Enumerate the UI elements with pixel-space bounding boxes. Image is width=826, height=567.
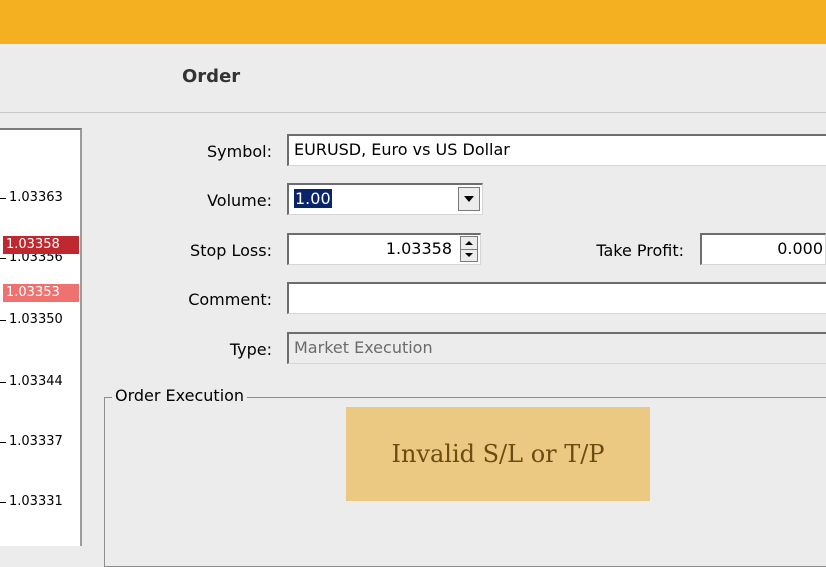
volume-combobox[interactable]: 1.00 bbox=[287, 183, 483, 215]
symbol-value: EURUSD, Euro vs US Dollar bbox=[294, 140, 510, 159]
price-tick: 1.03344 bbox=[0, 374, 82, 390]
order-execution-legend: Order Execution bbox=[112, 386, 248, 406]
price-tick: 1.03337 bbox=[0, 434, 82, 450]
symbol-select[interactable]: EURUSD, Euro vs US Dollar bbox=[287, 134, 826, 166]
type-label: Type: bbox=[229, 340, 272, 359]
triangle-down-icon bbox=[464, 196, 474, 202]
stop-loss-value: 1.03358 bbox=[385, 239, 452, 258]
stop-loss-spinner[interactable] bbox=[460, 236, 478, 262]
price-scale: 1.03363 1.03356 1.03350 1.03344 1.03337 … bbox=[0, 128, 82, 546]
type-select[interactable]: Market Execution bbox=[287, 332, 826, 364]
bid-price-tag: 1.03353 bbox=[3, 284, 79, 302]
type-value: Market Execution bbox=[294, 338, 433, 357]
volume-label: Volume: bbox=[207, 191, 272, 210]
dialog-title: Order bbox=[182, 66, 241, 87]
price-tick: 1.03350 bbox=[0, 312, 82, 328]
stop-loss-label: Stop Loss: bbox=[190, 241, 272, 260]
take-profit-value: 0.000 bbox=[777, 239, 823, 258]
take-profit-input[interactable]: 0.000 bbox=[700, 233, 826, 265]
ask-price-tag: 1.03358 bbox=[3, 236, 79, 254]
stop-loss-input[interactable]: 1.03358 bbox=[287, 233, 481, 265]
price-tick: 1.03331 bbox=[0, 494, 82, 510]
top-accent-bar bbox=[0, 0, 826, 44]
volume-value: 1.00 bbox=[294, 189, 332, 208]
spin-down-icon[interactable] bbox=[461, 249, 477, 261]
symbol-label: Symbol: bbox=[207, 142, 272, 161]
comment-input[interactable] bbox=[287, 282, 826, 314]
dialog-title-bar: Order bbox=[0, 44, 826, 113]
price-tick: 1.03363 bbox=[0, 190, 82, 206]
error-message-box: Invalid S/L or T/P bbox=[346, 407, 650, 501]
error-message: Invalid S/L or T/P bbox=[391, 440, 605, 468]
take-profit-label: Take Profit: bbox=[596, 241, 684, 260]
comment-label: Comment: bbox=[188, 290, 272, 309]
volume-dropdown-button[interactable] bbox=[458, 187, 480, 211]
